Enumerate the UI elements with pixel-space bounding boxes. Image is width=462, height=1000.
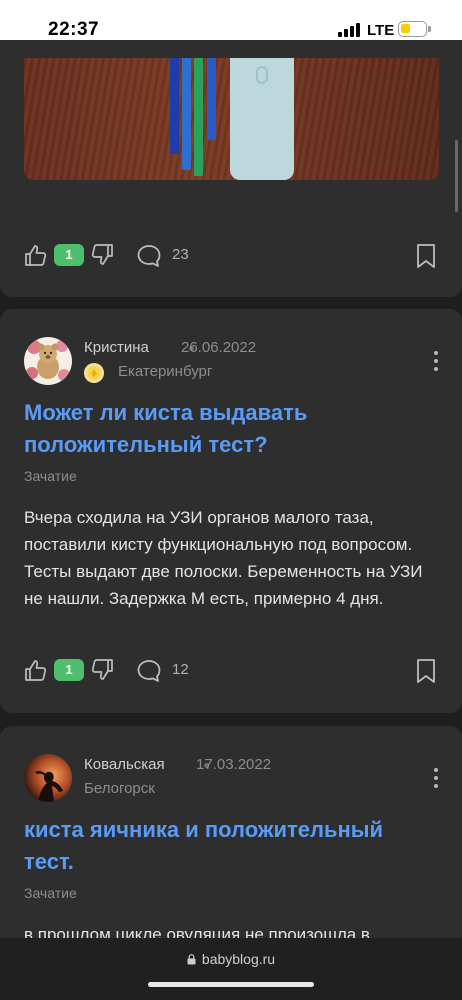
post-card[interactable]: Кристина 26.06.2022 Екатеринбург Может л… bbox=[0, 309, 462, 713]
avatar[interactable] bbox=[24, 337, 72, 385]
level-badge-icon bbox=[84, 363, 104, 383]
thumbs-down-icon[interactable] bbox=[90, 657, 114, 681]
author-name[interactable]: Ковальская bbox=[84, 756, 165, 773]
post-actions: 1 23 bbox=[24, 241, 439, 271]
post-date: 26.06.2022 bbox=[181, 339, 257, 356]
battery-icon bbox=[398, 21, 427, 37]
comments-count: 12 bbox=[172, 661, 189, 678]
more-options-icon[interactable] bbox=[433, 768, 439, 790]
signal-icon bbox=[338, 23, 360, 37]
post-date: 17.03.2022 bbox=[196, 756, 272, 773]
post-text[interactable]: Вчера сходила на УЗИ органов малого таза… bbox=[24, 504, 439, 612]
likes-count: 1 bbox=[54, 244, 84, 266]
url-text: babyblog.ru bbox=[201, 951, 276, 967]
browser-bottom-bar: babyblog.ru bbox=[0, 938, 462, 1000]
comments-count: 23 bbox=[172, 246, 189, 263]
author-city: Екатеринбург bbox=[118, 363, 213, 380]
comment-icon[interactable] bbox=[136, 658, 162, 684]
thumbs-down-icon[interactable] bbox=[90, 242, 114, 266]
address-bar[interactable]: babyblog.ru bbox=[0, 951, 462, 967]
post-category[interactable]: Зачатие bbox=[24, 468, 77, 484]
post-card[interactable]: 1 23 bbox=[0, 40, 462, 297]
home-indicator[interactable] bbox=[148, 982, 314, 987]
post-photo[interactable] bbox=[24, 58, 439, 180]
bookmark-icon[interactable] bbox=[415, 243, 437, 269]
lock-icon bbox=[187, 954, 196, 965]
network-type: LTE bbox=[367, 22, 395, 39]
post-author-row: Кристина 26.06.2022 Екатеринбург bbox=[24, 337, 439, 387]
thumbs-up-icon[interactable] bbox=[24, 244, 48, 268]
thumbs-up-icon[interactable] bbox=[24, 659, 48, 683]
post-author-row: Ковальская 17.03.2022 Белогорск bbox=[24, 754, 439, 804]
scroll-indicator bbox=[455, 140, 458, 212]
author-name[interactable]: Кристина bbox=[84, 339, 149, 356]
comment-icon[interactable] bbox=[136, 243, 162, 269]
status-time: 22:37 bbox=[48, 19, 100, 40]
post-title[interactable]: Может ли киста выдавать положительный те… bbox=[24, 397, 439, 461]
avatar[interactable] bbox=[24, 754, 72, 802]
post-title[interactable]: киста яичника и положительный тест. bbox=[24, 814, 439, 878]
post-category[interactable]: Зачатие bbox=[24, 885, 77, 901]
author-city: Белогорск bbox=[84, 780, 155, 797]
post-actions: 1 12 bbox=[24, 656, 439, 686]
likes-count: 1 bbox=[54, 659, 84, 681]
bookmark-icon[interactable] bbox=[415, 658, 437, 684]
more-options-icon[interactable] bbox=[433, 351, 439, 373]
